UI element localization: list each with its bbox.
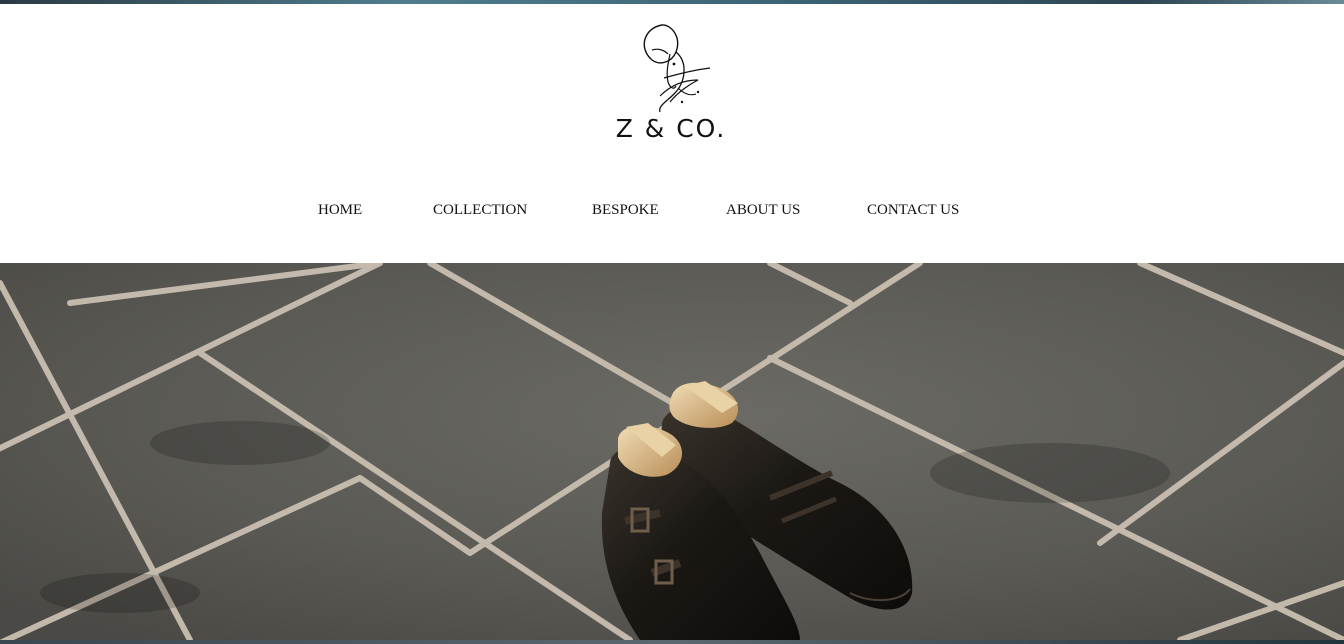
main-navigation: HOME COLLECTION BESPOKE ABOUT US CONTACT… — [0, 202, 1344, 230]
brand-logo[interactable]: Z & CO. — [606, 22, 736, 152]
hero-banner — [0, 263, 1344, 640]
nav-item-collection[interactable]: COLLECTION — [433, 202, 527, 219]
site-header: Z & CO. HOME COLLECTION BESPOKE ABOUT US… — [0, 4, 1344, 263]
nav-item-about-us[interactable]: ABOUT US — [726, 202, 800, 219]
nav-item-bespoke[interactable]: BESPOKE — [592, 202, 659, 219]
brand-name: Z & CO. — [615, 114, 727, 143]
nav-item-home[interactable]: HOME — [318, 202, 362, 219]
shoes-on-tile-image — [0, 263, 1344, 640]
monogram-sketch-icon — [643, 24, 711, 113]
bottom-strip — [0, 640, 1344, 644]
nav-item-contact-us[interactable]: CONTACT US — [867, 202, 959, 219]
